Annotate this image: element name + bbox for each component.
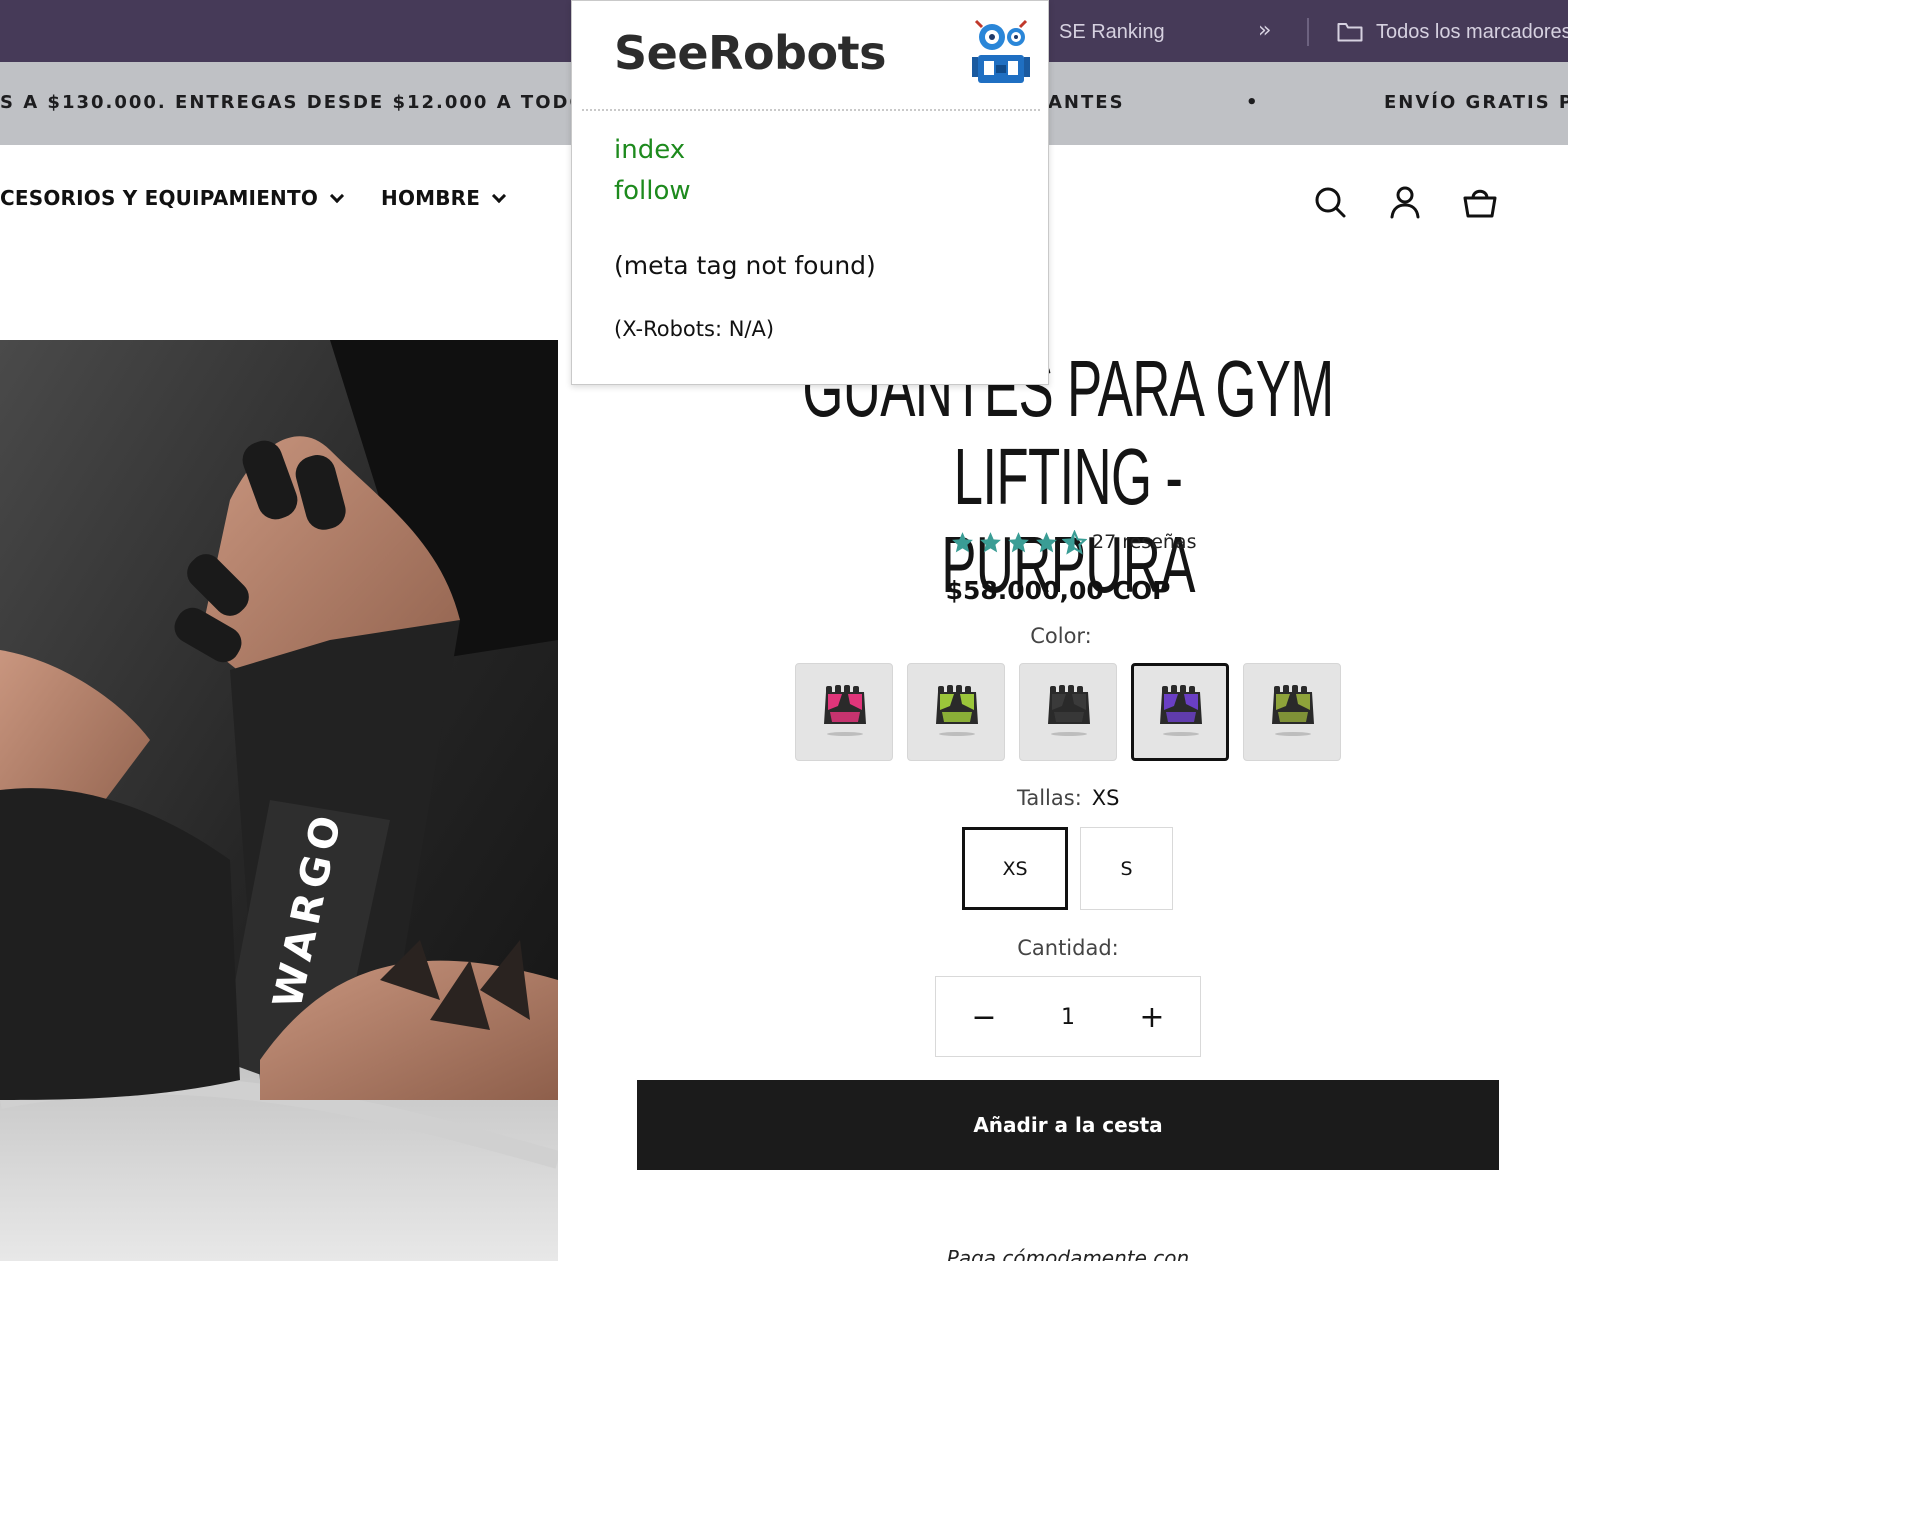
- bookmark-all-bookmarks[interactable]: Todos los marcadores: [1376, 20, 1568, 44]
- color-swatch[interactable]: [1243, 663, 1341, 761]
- star-icon: [1036, 531, 1057, 552]
- bookmark-se-ranking[interactable]: SE Ranking: [1059, 20, 1165, 44]
- color-swatch[interactable]: [795, 663, 893, 761]
- cart-icon[interactable]: [1462, 184, 1498, 220]
- product-photo: WARGO: [0, 340, 558, 1261]
- color-swatch[interactable]: [907, 663, 1005, 761]
- glove-thumbnail-icon: [1160, 685, 1202, 736]
- product-photo-illustration: WARGO: [0, 340, 558, 1261]
- glove-thumbnail-icon: [824, 685, 866, 736]
- sizes-selected-value: XS: [1091, 786, 1120, 810]
- bookmarks-separator: [1307, 18, 1309, 46]
- nav-item-accessories[interactable]: CESORIOS Y EQUIPAMIENTO: [0, 186, 345, 210]
- nav-item-men[interactable]: HOMBRE: [381, 186, 507, 210]
- nav-item-label: HOMBRE: [381, 186, 481, 210]
- popup-divider: [582, 109, 1040, 111]
- popup-title: SeeRobots: [614, 26, 886, 80]
- chevron-down-icon: [492, 188, 507, 204]
- seerobots-popup: SeeRobots index follow (meta tag not fou…: [571, 0, 1049, 385]
- rating[interactable]: 27 reseñas: [950, 528, 1196, 556]
- size-option-xs[interactable]: XS: [962, 827, 1068, 910]
- page: SE Ranking » Todos los marcadores S A $1…: [0, 0, 1568, 1261]
- star-icon: [952, 531, 973, 552]
- add-to-cart-button[interactable]: Añadir a la cesta: [637, 1080, 1499, 1170]
- robots-follow-status: follow: [614, 176, 691, 206]
- meta-tag-status: (meta tag not found): [614, 251, 876, 280]
- half-star-icon: [1062, 529, 1087, 555]
- color-swatch[interactable]: [1131, 663, 1229, 761]
- quantity-stepper: − 1 +: [935, 976, 1201, 1057]
- sizes-label-text: Tallas:: [1017, 786, 1082, 810]
- review-count[interactable]: 27 reseñas: [1092, 531, 1196, 553]
- announcement-text-left: S A $130.000. ENTREGAS DESDE $12.000 A T…: [0, 92, 647, 113]
- announcement-separator: •: [1246, 92, 1260, 113]
- account-icon[interactable]: [1387, 184, 1423, 220]
- bookmarks-overflow-icon[interactable]: »: [1258, 18, 1271, 43]
- sizes-label: Tallas: XS: [1017, 786, 1120, 810]
- star-icon: [980, 531, 1001, 552]
- robot-logo-icon: [972, 19, 1030, 83]
- robots-index-status: index: [614, 135, 686, 165]
- folder-icon: [1337, 23, 1363, 42]
- glove-thumbnail-icon: [1048, 685, 1090, 736]
- quantity-input[interactable]: 1: [1036, 995, 1100, 1039]
- glove-thumbnail-icon: [936, 685, 978, 736]
- size-option-s[interactable]: S: [1080, 827, 1173, 910]
- star-icon: [1008, 531, 1029, 552]
- search-icon[interactable]: [1312, 184, 1348, 220]
- glove-thumbnail-icon: [1272, 685, 1314, 736]
- pay-note: Paga cómodamente con: [946, 1246, 1190, 1261]
- quantity-decrease-button[interactable]: −: [960, 995, 1008, 1039]
- announcement-text-middle: ANTES: [1048, 92, 1125, 113]
- quantity-increase-button[interactable]: +: [1128, 995, 1176, 1039]
- product-price: $58.000,00 COP: [945, 576, 1171, 605]
- nav-item-label: CESORIOS Y EQUIPAMIENTO: [0, 186, 319, 210]
- color-label: Color:: [1030, 624, 1092, 648]
- color-swatch[interactable]: [1019, 663, 1117, 761]
- chevron-down-icon: [329, 188, 345, 204]
- announcement-text-right: ENVÍO GRATIS PO: [1384, 92, 1568, 113]
- quantity-label: Cantidad:: [1017, 936, 1119, 960]
- x-robots-status: (X-Robots: N/A): [614, 317, 775, 341]
